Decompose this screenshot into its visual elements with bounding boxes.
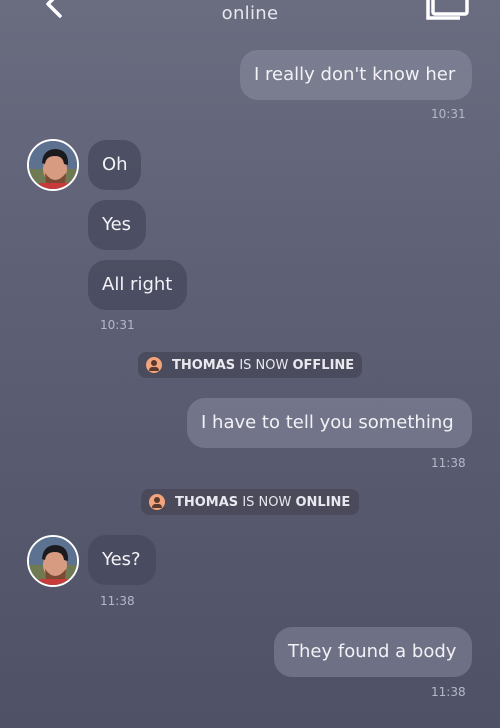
message-time: 11:38 (431, 456, 466, 470)
outgoing-message[interactable]: They found a body (274, 627, 472, 677)
incoming-message[interactable]: Oh (88, 140, 141, 190)
incoming-message[interactable]: Yes (88, 200, 146, 250)
message-time: 11:38 (431, 685, 466, 699)
contact-photo (29, 141, 77, 189)
message-time: 10:31 (100, 318, 135, 332)
message-time: 11:38 (100, 594, 135, 608)
status-notice-online: THOMAS IS NOW ONLINE (141, 489, 359, 515)
user-icon (149, 494, 165, 510)
status-notice-offline: THOMAS IS NOW OFFLINE (138, 352, 362, 378)
incoming-message[interactable]: Yes? (88, 535, 156, 585)
outgoing-message[interactable]: I have to tell you something (187, 398, 472, 448)
notice-text: IS NOW (239, 357, 289, 373)
user-icon (146, 357, 162, 373)
avatar[interactable] (27, 139, 79, 191)
contact-photo (29, 537, 77, 585)
notice-text: IS NOW (242, 494, 292, 510)
notice-state: ONLINE (295, 494, 351, 510)
message-time: 10:31 (431, 107, 466, 121)
outgoing-message[interactable]: I really don't know her (240, 50, 472, 100)
avatar[interactable] (27, 535, 79, 587)
notice-state: OFFLINE (292, 357, 355, 373)
notice-name: THOMAS (175, 494, 239, 510)
incoming-message[interactable]: All right (88, 260, 187, 310)
gallery-icon[interactable] (424, 0, 470, 22)
notice-name: THOMAS (172, 357, 236, 373)
